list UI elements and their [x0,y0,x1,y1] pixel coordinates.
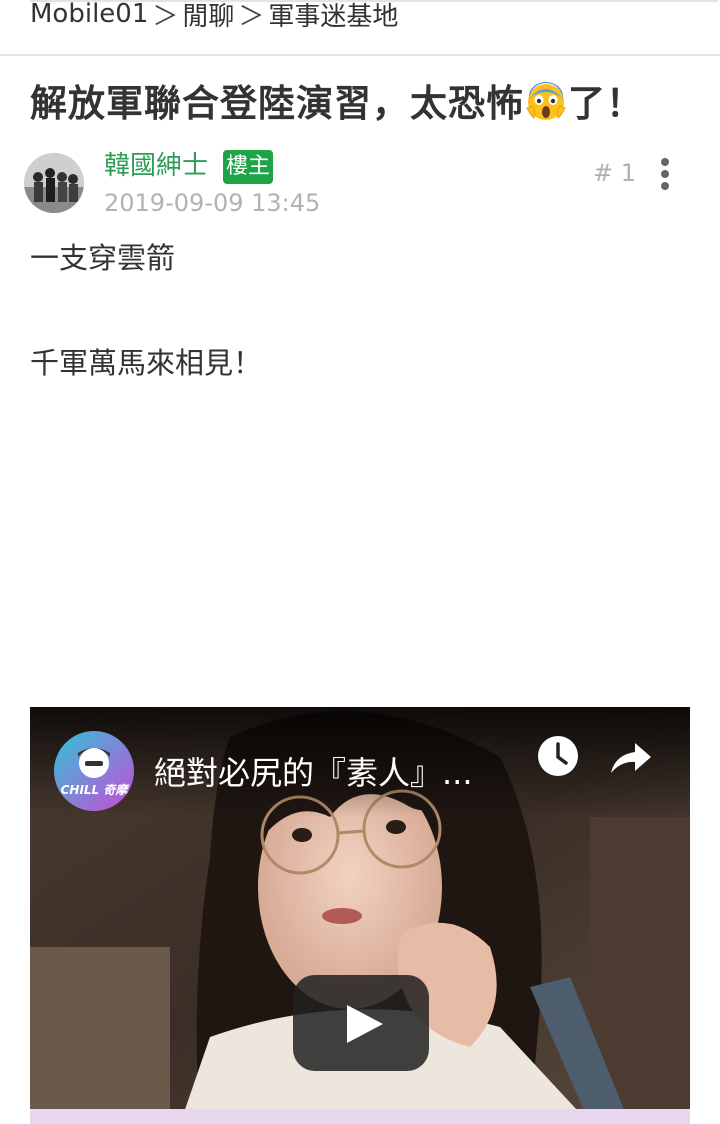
face-screaming-in-fear-icon [524,78,568,122]
author-name[interactable]: 韓國紳士 [104,148,208,184]
post-body-line: 千軍萬馬來相見！ [30,346,263,380]
breadcrumb-separator: ＞ [238,1,265,32]
post-title-text: 解放軍聯合登陸演習，太恐怖 [30,82,524,125]
post-title-suffix: 了！ [568,82,644,125]
breadcrumb-items: Mobile01 ＞ 閒聊 ＞ 軍事迷基地 [30,0,398,34]
op-badge: 樓主 [223,150,273,184]
clock-icon[interactable] [537,735,579,777]
more-dot-icon [661,182,669,190]
breadcrumb-separator: ＞ [152,1,179,32]
author-avatar[interactable] [24,153,84,213]
post-date: 2019-09-09 13:45 [104,189,321,217]
page: Mobile01 ＞ 閒聊 ＞ 軍事迷基地 解放軍聯合登陸演習，太恐怖 了！ 韓… [0,0,720,1124]
breadcrumb-home-link[interactable]: Mobile01 [30,0,148,29]
post-title: 解放軍聯合登陸演習，太恐怖 了！ [30,76,710,132]
floor-number[interactable]: # 1 [593,156,636,190]
channel-mascot-icon [78,748,110,778]
more-dot-icon [661,170,669,178]
video-title[interactable]: 絕對必尻的『素人』... [154,751,514,795]
breadcrumb-forum-link[interactable]: 閒聊 [182,0,234,33]
more-dot-icon [661,158,669,166]
video-embed[interactable]: CHILL 奇摩 絕對必尻的『素人』... [30,707,690,1124]
share-icon[interactable] [609,735,653,779]
post-body-line: 一支穿雲箭 [30,241,176,275]
breadcrumb-board-link[interactable]: 軍事迷基地 [268,0,398,33]
play-button[interactable] [293,975,429,1071]
channel-logo-text: CHILL 奇摩 [60,783,128,797]
breadcrumb: Mobile01 ＞ 閒聊 ＞ 軍事迷基地 [0,0,720,56]
more-options-button[interactable] [648,152,682,196]
channel-logo[interactable]: CHILL 奇摩 [54,731,134,811]
